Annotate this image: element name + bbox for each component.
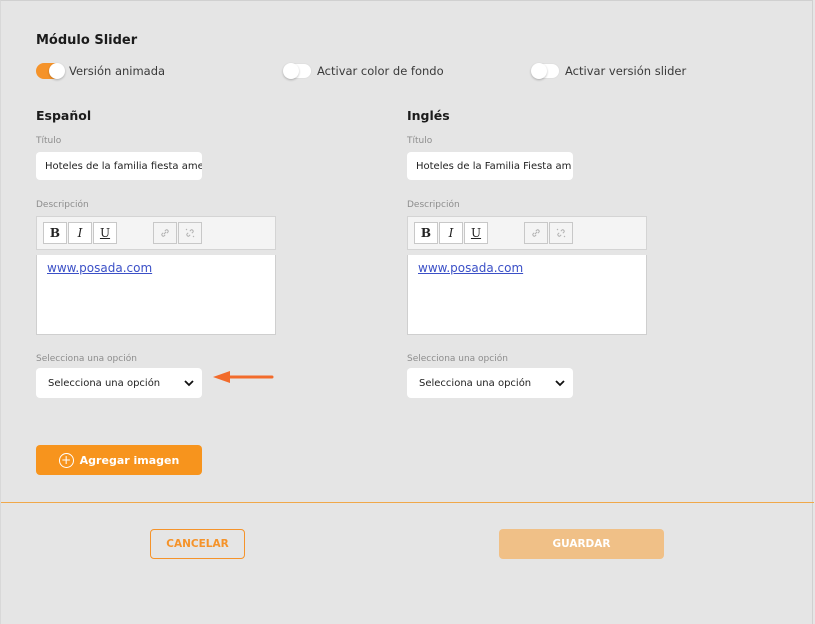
footer-divider (1, 502, 814, 503)
column-title-spanish: Español (36, 108, 92, 123)
toggle-background-color[interactable]: Activar color de fondo (283, 63, 444, 79)
select-value-spanish: Selecciona una opción (48, 377, 161, 389)
toggle-switch-slider[interactable] (531, 63, 560, 79)
toggle-label-animated: Versión animada (69, 64, 166, 78)
link-icon[interactable] (524, 222, 548, 244)
option-select-english[interactable]: Selecciona una opción (407, 368, 573, 398)
toggle-knob (531, 63, 547, 79)
description-editor-english[interactable]: www.posada.com (407, 255, 647, 335)
toggle-switch-background[interactable] (283, 63, 312, 79)
unlink-icon[interactable] (178, 222, 202, 244)
add-image-button[interactable]: + Agregar imagen (36, 445, 202, 475)
arrow-left-icon (213, 371, 274, 383)
toggle-slider-version[interactable]: Activar versión slider (531, 63, 687, 79)
module-title: Módulo Slider (36, 33, 138, 48)
bold-button[interactable]: B (43, 222, 67, 244)
unlink-icon[interactable] (549, 222, 573, 244)
toggle-switch-animated[interactable] (36, 63, 65, 79)
select-label-spanish: Selecciona una opción (36, 354, 137, 364)
description-editor-spanish[interactable]: www.posada.com (36, 255, 276, 335)
title-label-english: Título (407, 136, 433, 146)
description-link-english[interactable]: www.posada.com (418, 261, 523, 275)
title-input-spanish[interactable]: Hoteles de la familia fiesta ame (36, 152, 202, 180)
italic-button[interactable]: I (439, 222, 463, 244)
cancel-button[interactable]: CANCELAR (150, 529, 245, 559)
select-label-english: Selecciona una opción (407, 354, 508, 364)
description-label-english: Descripción (407, 200, 460, 210)
column-title-english: Inglés (407, 108, 450, 123)
underline-button[interactable]: U (93, 222, 117, 244)
description-label-spanish: Descripción (36, 200, 89, 210)
select-value-english: Selecciona una opción (419, 377, 532, 389)
underline-button[interactable]: U (464, 222, 488, 244)
plus-circle-icon: + (58, 452, 74, 468)
toggle-label-slider: Activar versión slider (565, 64, 687, 78)
slider-module-panel: Módulo Slider Versión animada Activar co… (0, 0, 814, 624)
toggle-animated-version[interactable]: Versión animada (36, 63, 165, 79)
chevron-down-icon (555, 380, 565, 387)
title-label-spanish: Título (36, 136, 62, 146)
chevron-down-icon (184, 380, 194, 387)
bold-button[interactable]: B (414, 222, 438, 244)
italic-button[interactable]: I (68, 222, 92, 244)
save-button[interactable]: GUARDAR (499, 529, 664, 559)
link-icon[interactable] (153, 222, 177, 244)
description-link-spanish[interactable]: www.posada.com (47, 261, 152, 275)
editor-toolbar-english: B I U (407, 216, 647, 250)
editor-toolbar-spanish: B I U (36, 216, 276, 250)
title-input-english[interactable]: Hoteles de la Familia Fiesta am (407, 152, 573, 180)
option-select-spanish[interactable]: Selecciona una opción (36, 368, 202, 398)
toggle-label-background: Activar color de fondo (317, 64, 444, 78)
toggle-knob (49, 63, 65, 79)
add-image-label: Agregar imagen (79, 453, 180, 467)
toggle-knob (283, 63, 299, 79)
